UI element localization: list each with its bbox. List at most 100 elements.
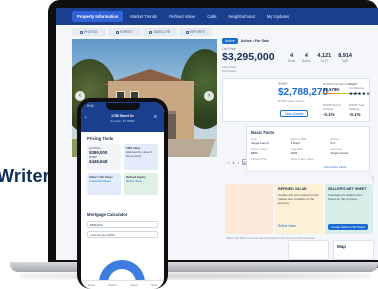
seller-panel-refined-value: REFINED VALUE Update this price based on…	[275, 184, 323, 234]
fact-item: Zoning R-1	[330, 137, 367, 145]
fact-value: Single Family	[330, 151, 349, 155]
fact-label: Price to Est. Value	[290, 157, 314, 161]
phone-city: Anytown, ST 00000	[110, 119, 135, 123]
seller-panel-net-sheet: SELLER'S NET SHEET Calculate the Seller'…	[325, 184, 373, 234]
stat-label: Baths	[302, 59, 311, 63]
fact-value: 2002	[290, 151, 298, 155]
rvmp-range: RVMP Value Range	[278, 99, 305, 103]
fact-label: Closed Price	[251, 157, 267, 161]
basic-facts-title: Basic Facts	[251, 130, 275, 135]
top-nav: Property Information Market Trends Refin…	[56, 8, 378, 25]
fact-value: $800	[251, 151, 258, 155]
rvmp-confidence: RVMP Confidence ★★★★☆	[349, 82, 371, 97]
status-text: Active • For Sale	[240, 39, 270, 43]
menu-icon[interactable]: ≡	[154, 114, 157, 120]
media-tabs: PHOTOS STREET SATELLITE REPORTS	[72, 28, 212, 37]
pricing-tools-title: Pricing Tools	[87, 136, 114, 141]
phone-net-sheet-card[interactable]: Seller's Net Sheet Create Net Sheet	[87, 173, 121, 195]
tab-more[interactable]: More	[151, 284, 157, 287]
seller-tools: REFINED VALUE Update this price based on…	[225, 184, 373, 234]
fact-item: Land Use Single Family	[330, 147, 367, 155]
basic-facts-card: Basic Facts Type Single Family Days in RP…	[246, 126, 370, 172]
refine-value-link[interactable]: Refine Value	[126, 179, 142, 183]
seller-panel-pricing	[225, 184, 273, 234]
tile-blank[interactable]	[288, 240, 329, 260]
nav-tab-neighborhood[interactable]: Neighborhood	[224, 11, 260, 22]
fact-item: Price to Est. Value	[291, 157, 328, 161]
fact-value: R-1	[330, 141, 336, 145]
phone-address: 1798 Street Dr	[111, 114, 134, 118]
nav-tab-refined-value[interactable]: Refined Value	[164, 11, 200, 22]
refine-value-link[interactable]: Refine Value	[278, 224, 296, 228]
photo-next-icon[interactable]: ›	[204, 91, 214, 101]
create-net-sheet-button[interactable]: Create Seller's Net Sheet	[328, 224, 368, 230]
photo-icon	[80, 30, 84, 34]
fact-item: Days in RPR 3 Days	[291, 137, 328, 145]
rvmp-label: RVMP	[278, 82, 288, 86]
stat-label: SqFt	[341, 59, 349, 63]
meta-line: MLS Status	[222, 69, 237, 73]
satellite-icon	[149, 30, 153, 34]
rvmp-card: RVMP $2,788,270 RVMP Value Range View De…	[222, 78, 370, 122]
fact-item: Year Built 2002	[291, 147, 328, 155]
nav-tab-my-updates[interactable]: My Updates	[262, 11, 294, 22]
phone-tab-bar: Home Search Saved More	[81, 280, 164, 289]
laptop-base	[10, 262, 378, 272]
tab-search[interactable]: Search	[108, 284, 116, 287]
panel-text: Update this price based on the market an…	[278, 193, 319, 205]
phone-refined-card[interactable]: Refined Equity Refine Value	[124, 173, 158, 195]
panel-title: SELLER'S NET SHEET	[328, 187, 367, 191]
nav-tab-property-information[interactable]: Property Information	[72, 11, 124, 22]
phone-notch	[106, 103, 140, 110]
phone-cma-card[interactable]: CMA Value Estimate the value of this pro…	[124, 144, 158, 170]
rvmp-value: $448,648	[89, 159, 108, 164]
property-stats: 4 Beds 4 Baths 4,121 Sq Ft 8,914 SqFt	[288, 53, 352, 63]
fact-item: Type Single Family	[251, 137, 288, 145]
rvmp-month-change: RVMP Month Change -0.1%	[323, 103, 349, 117]
mortgage-title: Mortgage Calculator	[87, 212, 128, 217]
cell-value: -0.1%	[323, 112, 335, 117]
listing-meta: Active Date MLS Status	[222, 65, 236, 73]
status-badge: Active	[222, 38, 238, 44]
tile-map[interactable]: Map	[333, 240, 374, 260]
panel-title: REFINED VALUE	[278, 187, 307, 191]
cell-label: RVMP Confidence	[349, 82, 365, 90]
list-price: $3,295,000	[222, 51, 275, 63]
cell-label: RVMP Month Change	[323, 103, 341, 111]
create-net-sheet-link[interactable]: Create Net Sheet	[89, 179, 111, 183]
stat-sqft: 4,121 Sq Ft	[317, 53, 331, 63]
fact-value: 3 Days	[290, 141, 300, 145]
fact-item: Closed Price	[251, 157, 288, 161]
view-more-facts-link[interactable]: View More Facts	[324, 165, 346, 169]
more-options-icon[interactable]: ⋮	[370, 176, 376, 183]
side-title: Writer	[0, 166, 50, 186]
panel-text: Calculate the Seller's Net Sheet for thi…	[328, 193, 362, 201]
pager-prev-icon[interactable]: ‹	[228, 160, 229, 165]
fact-item: Price to Sq Ft $800	[251, 147, 288, 155]
tab-reports[interactable]: REPORTS	[178, 28, 212, 36]
tab-street[interactable]: STREET	[107, 28, 141, 36]
stat-label: Sq Ft	[320, 59, 329, 63]
phone-time: 9:41	[87, 104, 94, 108]
tab-satellite[interactable]: SATELLITE	[143, 28, 177, 36]
tab-reports-label: REPORTS	[189, 30, 205, 34]
fact-value: Single Family	[251, 141, 270, 145]
cell-label: RVMP Year Change	[349, 103, 365, 111]
listing-status: Active Active • For Sale	[222, 38, 269, 44]
loan-amount-field[interactable]: Loan Amount 80%	[87, 231, 158, 238]
view-details-button[interactable]: View Details	[280, 110, 308, 117]
report-icon	[185, 30, 189, 34]
nav-tab-calls[interactable]: Calls	[202, 11, 221, 22]
tab-home[interactable]: Home	[88, 284, 95, 287]
nav-tab-market-trends[interactable]: Market Trends	[125, 11, 162, 22]
stat-label: Beds	[288, 59, 296, 63]
tab-photos[interactable]: PHOTOS	[72, 28, 106, 36]
stat-baths: 4 Baths	[302, 53, 310, 63]
pager-next-icon[interactable]: ›	[238, 160, 239, 165]
confidence-stars: ★★★★☆	[349, 91, 371, 96]
tab-satellite-label: SATELLITE	[153, 30, 171, 34]
price-field[interactable]: $399,000	[87, 221, 158, 228]
stat-beds: 4 Beds	[288, 53, 295, 63]
tab-saved[interactable]: Saved	[130, 284, 137, 287]
bottom-tiles: Map	[288, 240, 374, 260]
